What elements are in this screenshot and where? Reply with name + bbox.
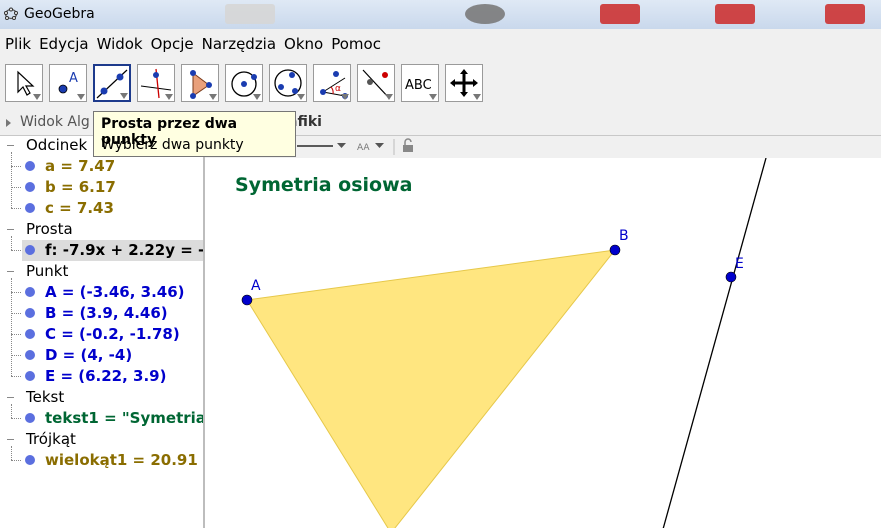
line-f[interactable] [660, 158, 767, 528]
point-B[interactable] [609, 244, 621, 256]
collapse-toggle-icon[interactable] [6, 141, 15, 150]
algebra-item-tekst1[interactable]: tekst1 = "Symetria osiowa" [45, 409, 203, 427]
tree-line [11, 355, 21, 356]
visibility-dot-icon[interactable] [25, 455, 35, 465]
menu-bar: Plik Edycja Widok Opcje Narzędzia Okno P… [0, 29, 881, 59]
background-decoration [715, 4, 755, 24]
reflect-about-line-tool[interactable] [357, 64, 395, 102]
text-size-icon[interactable]: AA [357, 143, 370, 153]
polygon-tool[interactable] [181, 64, 219, 102]
point-label-B: B [619, 228, 629, 244]
tree-line [11, 418, 21, 419]
algebra-view-title[interactable]: Widok Alg [20, 114, 90, 130]
visibility-dot-icon[interactable] [25, 371, 35, 381]
algebra-item-E[interactable]: E = (6.22, 3.9) [45, 367, 166, 385]
tool-tooltip: Prosta przez dwa punkty Wybierz dwa punk… [93, 111, 296, 157]
background-decoration [600, 4, 640, 24]
text-size-dropdown-icon[interactable] [375, 143, 384, 148]
move-graphics-view-tool[interactable] [445, 64, 483, 102]
collapse-arrow-icon[interactable] [6, 119, 11, 127]
graphics-view[interactable]: Symetria osiowa A B E [205, 158, 881, 528]
tree-line [11, 250, 21, 251]
tree-line [11, 446, 12, 460]
style-bar: AA [205, 136, 881, 159]
collapse-toggle-icon[interactable] [6, 393, 15, 402]
circle-center-point-tool[interactable] [225, 64, 263, 102]
line-through-two-points-tool[interactable] [93, 64, 131, 102]
perpendicular-line-tool[interactable] [137, 64, 175, 102]
algebra-item-c[interactable]: c = 7.43 [45, 199, 114, 217]
svg-text:ABC: ABC [405, 78, 432, 93]
tree-line [11, 236, 12, 250]
geogebra-logo-icon [4, 7, 18, 20]
tree-line [11, 292, 21, 293]
lock-icon[interactable] [403, 138, 413, 152]
tree-line [11, 313, 21, 314]
menu-pomoc[interactable]: Pomoc [328, 35, 384, 53]
title-bar: GeoGebra [0, 0, 881, 29]
triangle-polygon[interactable] [246, 249, 617, 528]
menu-opcje[interactable]: Opcje [148, 35, 197, 53]
algebra-item-B[interactable]: B = (3.9, 4.46) [45, 304, 168, 322]
point-label-E: E [735, 256, 744, 272]
visibility-dot-icon[interactable] [25, 287, 35, 297]
algebra-item-b[interactable]: b = 6.17 [45, 178, 116, 196]
window-title: GeoGebra [24, 6, 95, 22]
algebra-item-a[interactable]: a = 7.47 [45, 157, 115, 175]
point-A[interactable] [241, 294, 253, 306]
menu-widok[interactable]: Widok [94, 35, 146, 53]
text-tool[interactable]: ABC [401, 64, 439, 102]
category-prosta: Prosta [26, 220, 73, 238]
tree-line [11, 166, 21, 167]
move-tool[interactable] [5, 64, 43, 102]
background-decoration [825, 4, 865, 24]
visibility-dot-icon[interactable] [25, 161, 35, 171]
visibility-dot-icon[interactable] [25, 308, 35, 318]
line-style-dropdown-icon[interactable] [337, 143, 346, 148]
algebra-item-D[interactable]: D = (4, -4) [45, 346, 132, 364]
menu-okno[interactable]: Okno [281, 35, 326, 53]
collapse-toggle-icon[interactable] [6, 267, 15, 276]
menu-narzedzia[interactable]: Narzędzia [199, 35, 279, 53]
point-tool[interactable]: A [49, 64, 87, 102]
visibility-dot-icon[interactable] [25, 350, 35, 360]
algebra-item-A[interactable]: A = (-3.46, 3.46) [45, 283, 185, 301]
tree-line [11, 460, 21, 461]
tree-line [11, 334, 21, 335]
collapse-toggle-icon[interactable] [6, 225, 15, 234]
menu-plik[interactable]: Plik [2, 35, 34, 53]
ellipse-tool[interactable] [269, 64, 307, 102]
menu-edycja[interactable]: Edycja [36, 35, 91, 53]
tree-line [11, 404, 12, 418]
tooltip-hint: Wybierz dwa punkty [101, 137, 244, 153]
algebra-item-wielokat1[interactable]: wielokąt1 = 20.91 [45, 451, 198, 469]
category-trojkat: Trójkąt [26, 430, 76, 448]
tree-line [11, 152, 12, 208]
background-decoration [465, 4, 505, 24]
visibility-dot-icon[interactable] [25, 182, 35, 192]
tree-line [11, 208, 21, 209]
category-odcinek: Odcinek [26, 136, 88, 154]
algebra-view: Odcinek a = 7.47 b = 6.17 c = 7.43 Prost… [0, 136, 203, 528]
algebra-item-f[interactable]: f: -7.9x + 2.22y = -40.4 [45, 241, 203, 259]
graphics-text-symetria[interactable]: Symetria osiowa [235, 174, 412, 196]
point-E[interactable] [725, 271, 737, 283]
tree-line [11, 187, 21, 188]
visibility-dot-icon[interactable] [25, 329, 35, 339]
svg-text:α: α [335, 84, 341, 94]
collapse-toggle-icon[interactable] [6, 435, 15, 444]
point-label-A: A [251, 278, 261, 294]
angle-tool[interactable]: α [313, 64, 351, 102]
toolbar: A α ABC [0, 59, 881, 112]
visibility-dot-icon[interactable] [25, 245, 35, 255]
svg-text:A: A [69, 71, 78, 86]
algebra-item-C[interactable]: C = (-0.2, -1.78) [45, 325, 180, 343]
category-tekst: Tekst [26, 388, 65, 406]
visibility-dot-icon[interactable] [25, 413, 35, 423]
tree-line [11, 376, 21, 377]
visibility-dot-icon[interactable] [25, 203, 35, 213]
background-decoration [225, 4, 275, 24]
category-punkt: Punkt [26, 262, 69, 280]
